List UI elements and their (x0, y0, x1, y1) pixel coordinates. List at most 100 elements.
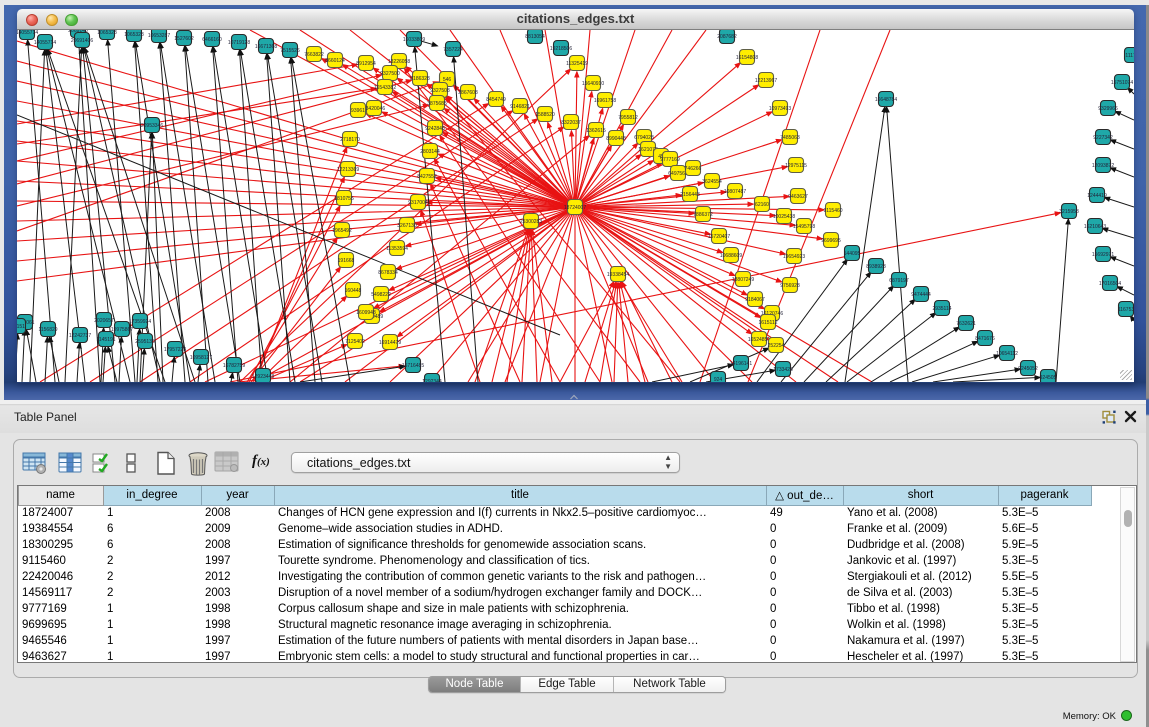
svg-text:2595135: 2595135 (135, 339, 155, 345)
svg-text:3215958: 3215958 (1059, 209, 1079, 215)
svg-text:8990448: 8990448 (606, 136, 626, 142)
svg-text:10688609: 10688609 (720, 253, 742, 259)
svg-text:25300283: 25300283 (520, 219, 542, 225)
svg-text:11172: 11172 (1125, 53, 1134, 59)
svg-text:160448: 160448 (345, 288, 362, 294)
svg-text:8322037: 8322037 (561, 120, 581, 126)
svg-text:9327500: 9327500 (380, 71, 400, 77)
svg-text:23420046: 23420046 (363, 106, 385, 112)
svg-text:17957223: 17957223 (164, 347, 186, 353)
svg-text:16210643: 16210643 (1084, 224, 1106, 230)
svg-text:1145191: 1145191 (96, 337, 115, 343)
svg-text:11325419: 11325419 (566, 61, 588, 67)
svg-text:9146821: 9146821 (510, 104, 530, 110)
svg-text:8912954: 8912954 (356, 61, 376, 67)
svg-text:16671368: 16671368 (255, 44, 277, 50)
svg-text:10807487: 10807487 (724, 189, 746, 195)
svg-text:746266: 746266 (685, 166, 702, 172)
svg-text:16033809: 16033809 (403, 37, 425, 43)
svg-text:20953346: 20953346 (141, 123, 163, 129)
svg-text:19654923: 19654923 (783, 254, 805, 260)
svg-text:9329966: 9329966 (1098, 106, 1118, 112)
svg-text:19338454: 19338454 (607, 272, 629, 278)
svg-text:6466160: 6466160 (202, 37, 222, 43)
svg-text:2718170: 2718170 (340, 137, 360, 143)
svg-text:16543382: 16543382 (374, 85, 396, 91)
svg-text:16154808: 16154808 (736, 55, 758, 61)
svg-text:252254: 252254 (768, 343, 785, 349)
svg-text:1065328: 1065328 (97, 30, 117, 36)
svg-text:3624554: 3624554 (702, 179, 722, 185)
svg-text:924505: 924505 (1040, 375, 1057, 381)
svg-text:16961758: 16961758 (594, 98, 616, 104)
svg-text:62160: 62160 (755, 202, 769, 208)
svg-text:7125402: 7125402 (345, 339, 365, 345)
svg-text:39151: 39151 (17, 324, 25, 330)
svg-text:9245052: 9245052 (1018, 366, 1038, 372)
svg-text:9242848: 9242848 (425, 126, 445, 132)
svg-text:7485063: 7485063 (780, 135, 800, 141)
svg-text:3267130: 3267130 (397, 223, 417, 229)
svg-text:20691406: 20691406 (71, 38, 93, 44)
svg-text:2156443: 2156443 (680, 192, 700, 198)
svg-text:17016504: 17016504 (1099, 281, 1121, 287)
svg-text:12093872: 12093872 (1092, 163, 1114, 169)
svg-text:14196141: 14196141 (730, 361, 752, 367)
svg-text:1588520: 1588520 (535, 112, 555, 118)
svg-text:10025438: 10025438 (773, 214, 795, 220)
svg-text:17359924: 17359924 (129, 319, 151, 325)
svg-text:12213369: 12213369 (337, 167, 359, 173)
svg-text:1965492: 1965492 (332, 228, 352, 234)
svg-text:2935114: 2935114 (932, 306, 951, 312)
svg-text:9474444: 9474444 (911, 292, 931, 298)
svg-text:1609948: 1609948 (356, 310, 376, 316)
svg-text:1362615: 1362615 (586, 128, 606, 134)
svg-text:9756928: 9756928 (780, 283, 800, 289)
svg-text:15716485: 15716485 (402, 363, 424, 369)
svg-text:15720407: 15720407 (708, 234, 730, 240)
svg-text:144095: 144095 (844, 251, 861, 257)
svg-text:1615112: 1615112 (758, 320, 777, 326)
svg-text:8427552: 8427552 (417, 174, 437, 180)
svg-text:7515526: 7515526 (280, 48, 300, 54)
svg-text:10719128: 10719128 (228, 40, 250, 46)
svg-text:12213967: 12213967 (755, 78, 777, 84)
svg-text:15692971: 15692971 (1092, 252, 1114, 258)
svg-text:13226058: 13226058 (388, 59, 410, 65)
svg-text:10654112: 10654112 (996, 351, 1018, 357)
svg-text:9184067: 9184067 (745, 297, 765, 303)
svg-text:11353594: 11353594 (386, 246, 408, 252)
svg-text:2867608: 2867608 (458, 90, 478, 96)
svg-text:10958127: 10958127 (190, 355, 212, 361)
svg-text:9327508: 9327508 (430, 88, 450, 94)
svg-text:9115460: 9115460 (823, 208, 842, 214)
svg-text:7886372: 7886372 (693, 212, 713, 218)
svg-text:7632621: 7632621 (956, 321, 976, 327)
svg-text:16782759: 16782759 (223, 363, 245, 369)
svg-text:10973493: 10973493 (769, 106, 791, 112)
svg-text:15495798: 15495798 (793, 224, 815, 230)
svg-text:6794028: 6794028 (634, 135, 654, 141)
svg-text:8454749: 8454749 (486, 97, 506, 103)
svg-text:1292344: 1292344 (422, 379, 442, 382)
svg-text:12975115: 12975115 (785, 163, 807, 169)
svg-text:9777169: 9777169 (660, 157, 680, 163)
svg-text:12923448: 12923448 (252, 374, 274, 380)
svg-text:10653287: 10653287 (148, 33, 170, 39)
svg-text:7955812: 7955812 (618, 115, 638, 121)
svg-text:18807249: 18807249 (732, 277, 754, 283)
svg-text:18724007: 18724007 (564, 205, 586, 211)
svg-text:8678334: 8678334 (378, 270, 398, 276)
svg-text:15751074: 15751074 (1111, 80, 1133, 86)
svg-text:93961: 93961 (351, 108, 365, 114)
svg-text:16648784: 16648784 (875, 97, 897, 103)
svg-text:8813054: 8813054 (525, 34, 545, 40)
svg-text:2020657: 2020657 (94, 318, 114, 324)
svg-text:8938923: 8938923 (866, 264, 886, 270)
svg-text:1810755: 1810755 (334, 196, 354, 202)
svg-text:16914479: 16914479 (379, 340, 401, 346)
svg-text:1156829: 1156829 (38, 327, 57, 333)
svg-text:7663822: 7663822 (304, 52, 324, 58)
svg-text:1065328: 1065328 (124, 32, 144, 38)
svg-text:2087682: 2087682 (717, 34, 737, 40)
